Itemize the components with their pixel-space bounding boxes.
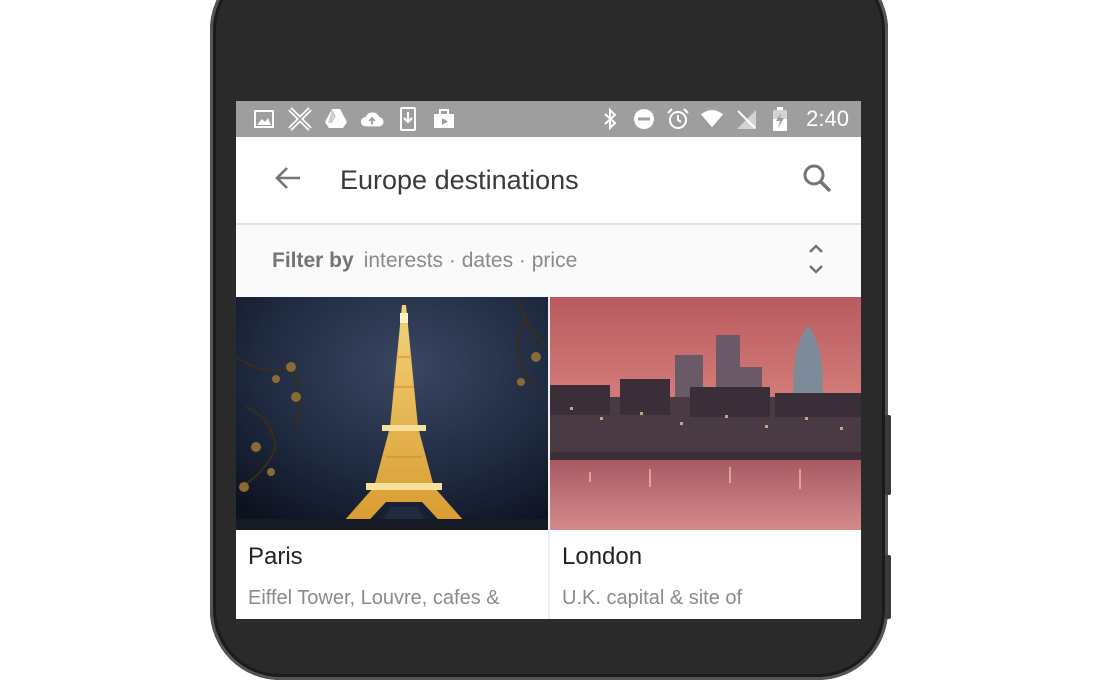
- destination-name: London: [562, 543, 643, 570]
- status-bar: 2:40: [236, 101, 861, 137]
- destination-description: Eiffel Tower, Louvre, cafes &: [248, 587, 500, 609]
- filter-bar[interactable]: Filter by interests · dates · price: [236, 225, 861, 297]
- destination-card-paris[interactable]: Paris Eiffel Tower, Louvre, cafes &: [236, 297, 548, 619]
- search-button[interactable]: [797, 160, 837, 200]
- status-time: 2:40: [806, 106, 849, 131]
- search-icon: [802, 163, 832, 198]
- power-button: [885, 555, 891, 619]
- destination-list: Paris Eiffel Tower, Louvre, cafes & Lond…: [236, 297, 861, 619]
- bluetooth-icon: [598, 107, 622, 131]
- arrow-back-icon: [274, 164, 302, 197]
- destination-description: U.K. capital & site of: [562, 587, 743, 609]
- app-x-icon: [288, 107, 312, 131]
- unfold-more-icon: [806, 242, 826, 281]
- do-not-disturb-icon: [632, 107, 656, 131]
- cloud-upload-icon: [360, 107, 384, 131]
- destination-card-london[interactable]: London U.K. capital & site of: [548, 297, 861, 619]
- battery-charging-icon: [768, 107, 792, 131]
- page-title: Europe destinations: [340, 164, 579, 195]
- filter-options[interactable]: interests · dates · price: [364, 249, 578, 273]
- expand-filter-button[interactable]: [803, 241, 829, 281]
- filter-label: Filter by: [272, 249, 354, 272]
- phone-screen: 2:40 Europe destinations Filter by inter…: [236, 101, 861, 619]
- work-icon: [432, 107, 456, 131]
- london-skyline-image: [550, 297, 861, 530]
- no-sim-icon: [734, 107, 758, 131]
- paris-eiffel-tower-image: [236, 297, 548, 530]
- app-bar: Europe destinations: [236, 137, 861, 225]
- drive-icon: [324, 107, 348, 131]
- alarm-icon: [666, 107, 690, 131]
- wifi-icon: [700, 107, 724, 131]
- back-button[interactable]: [268, 160, 308, 200]
- volume-button: [885, 415, 891, 495]
- destination-name: Paris: [248, 543, 303, 570]
- download-icon: [396, 107, 420, 131]
- image-icon: [252, 107, 276, 131]
